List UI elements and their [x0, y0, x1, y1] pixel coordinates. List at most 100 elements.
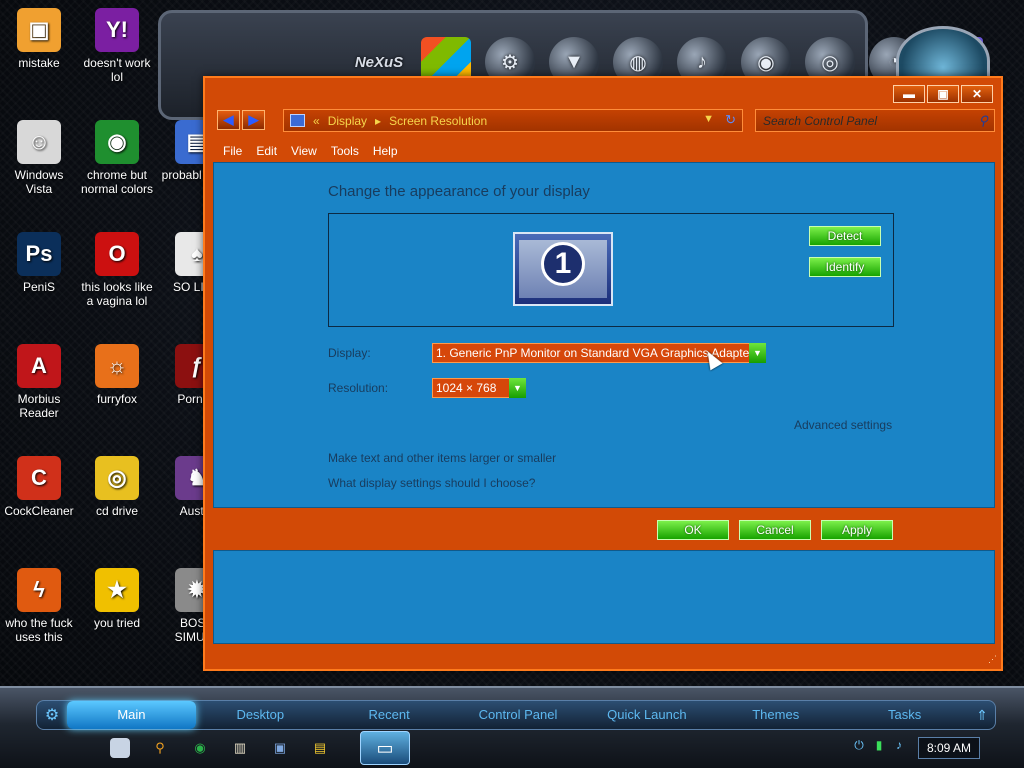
- display-help-link[interactable]: What display settings should I choose?: [328, 476, 535, 490]
- display-label: Display:: [328, 346, 371, 360]
- tab-main[interactable]: Main: [67, 701, 196, 729]
- menu-tools[interactable]: Tools: [331, 140, 359, 162]
- battery-icon[interactable]: ▮: [872, 738, 886, 752]
- tab-desktop[interactable]: Desktop: [196, 701, 325, 729]
- ok-button[interactable]: OK: [657, 520, 729, 540]
- address-field[interactable]: « Display ▸ Screen Resolution ▼ ↻: [283, 109, 743, 132]
- minimize-button[interactable]: ▬: [893, 85, 925, 103]
- desktop-icon[interactable]: ϟ who the fuck uses this: [0, 568, 78, 644]
- menu-bar: File Edit View Tools Help: [213, 140, 398, 162]
- desktop-icon-label: PeniS: [22, 280, 56, 294]
- desktop-icon[interactable]: C CockCleaner: [0, 456, 78, 518]
- star-icon: ★: [95, 568, 139, 612]
- refresh-icon[interactable]: ↻: [725, 112, 736, 128]
- desktop-icon[interactable]: ☺ Windows Vista: [0, 120, 78, 196]
- desktop-icon-label: who the fuck uses this: [5, 616, 73, 644]
- window-controls: ▬ ▣ ✕: [893, 85, 993, 103]
- desktop-icon[interactable]: ◎ cd drive: [78, 456, 156, 518]
- volume-icon[interactable]: ♪: [892, 738, 906, 752]
- yahoo-messenger-icon: Y!: [95, 8, 139, 52]
- resolution-select[interactable]: 1024 × 768 ▼: [432, 378, 526, 398]
- content-pane: Change the appearance of your display 1 …: [213, 162, 995, 508]
- detect-button[interactable]: Detect: [809, 226, 881, 246]
- active-task-display-icon[interactable]: ▭: [360, 731, 410, 765]
- menu-file[interactable]: File: [223, 140, 242, 162]
- forward-button[interactable]: ▶: [242, 110, 265, 130]
- ccleaner-icon: C: [17, 456, 61, 500]
- address-bar: ◀ ▶ « Display ▸ Screen Resolution ▼ ↻ Se…: [213, 108, 995, 134]
- desktop-icon[interactable]: ▣ mistake: [0, 8, 78, 70]
- desktop-icon-label: mistake: [18, 56, 60, 70]
- desktop-icon-label: chrome but normal colors: [80, 168, 154, 196]
- cancel-button[interactable]: Cancel: [739, 520, 811, 540]
- show-desktop-icon[interactable]: [110, 738, 130, 758]
- breadcrumb-arrow-icon: ▸: [375, 113, 382, 128]
- mascot-icon: ☺: [17, 120, 61, 164]
- nav-buttons: ◀ ▶: [217, 110, 265, 130]
- system-tray: ⏻ ▮ ♪: [852, 738, 906, 753]
- desktop-icon-label: Morbius Reader: [17, 392, 61, 420]
- search-input[interactable]: Search Control Panel ⚲: [755, 109, 995, 132]
- tab-recent[interactable]: Recent: [325, 701, 454, 729]
- search-placeholder: Search Control Panel: [763, 113, 878, 128]
- desktop-icon[interactable]: ★ you tried: [78, 568, 156, 630]
- tab-tasks[interactable]: Tasks: [840, 701, 969, 729]
- advanced-settings-link[interactable]: Advanced settings: [794, 418, 892, 432]
- window-titlebar[interactable]: ▬ ▣ ✕: [205, 78, 1001, 106]
- pin-icon[interactable]: ⇑: [969, 707, 995, 724]
- acrobat-icon: A: [17, 344, 61, 388]
- firefox-icon: ☼: [95, 344, 139, 388]
- chrome-icon[interactable]: ◉: [190, 738, 210, 758]
- installer-icon: ▣: [17, 8, 61, 52]
- desktop-icon[interactable]: A Morbius Reader: [0, 344, 78, 420]
- power-icon[interactable]: ⏻: [852, 738, 866, 752]
- address-dropdown-icon[interactable]: ▼: [703, 113, 714, 125]
- menu-edit[interactable]: Edit: [256, 140, 277, 162]
- desktop-icon[interactable]: ◉ chrome but normal colors: [78, 120, 156, 196]
- desktop-icon[interactable]: Ps PeniS: [0, 232, 78, 294]
- tab-themes[interactable]: Themes: [711, 701, 840, 729]
- lower-pane: [213, 550, 995, 644]
- settings-gear-icon[interactable]: ⚙: [37, 705, 67, 725]
- opera-icon: O: [95, 232, 139, 276]
- text-size-link[interactable]: Make text and other items larger or smal…: [328, 451, 556, 465]
- resize-grip-icon[interactable]: ⋰: [988, 654, 997, 665]
- cd-icon: ◎: [95, 456, 139, 500]
- photoshop-icon: Ps: [17, 232, 61, 276]
- maximize-button[interactable]: ▣: [927, 85, 959, 103]
- breadcrumb-display[interactable]: Display: [328, 114, 367, 128]
- tab-quick-launch[interactable]: Quick Launch: [582, 701, 711, 729]
- desktop-icon-label: cd drive: [95, 504, 139, 518]
- search-icon[interactable]: ⚲: [978, 113, 988, 129]
- close-button[interactable]: ✕: [961, 85, 993, 103]
- taskbar-tabs: ⚙ Main Desktop Recent Control Panel Quic…: [36, 700, 996, 730]
- screen-resolution-window: ▬ ▣ ✕ ◀ ▶ « Display ▸ Screen Resolution …: [203, 76, 1003, 671]
- identify-button[interactable]: Identify: [809, 257, 881, 277]
- chrome-icon: ◉: [95, 120, 139, 164]
- apply-button[interactable]: Apply: [821, 520, 893, 540]
- desktop-icon-label: Windows Vista: [14, 168, 64, 196]
- control-panel-icon[interactable]: ▣: [270, 738, 290, 758]
- back-button[interactable]: ◀: [217, 110, 240, 130]
- breadcrumb-screen-resolution[interactable]: Screen Resolution: [389, 114, 487, 128]
- desktop-icon-label: doesn't work lol: [83, 56, 151, 84]
- control-panel-icon: [290, 114, 305, 127]
- flash-bolt-icon: ϟ: [17, 568, 61, 612]
- folder-icon[interactable]: ▤: [310, 738, 330, 758]
- clock[interactable]: 8:09 AM: [918, 737, 980, 759]
- menu-help[interactable]: Help: [373, 140, 398, 162]
- page-title: Change the appearance of your display: [328, 183, 590, 200]
- chevron-down-icon[interactable]: ▼: [509, 378, 526, 398]
- monitor-number-badge: 1: [541, 242, 585, 286]
- monitor-thumbnail[interactable]: 1: [513, 232, 613, 306]
- desktop-icon[interactable]: ☼ furryfox: [78, 344, 156, 406]
- breadcrumb-separator: «: [313, 113, 320, 128]
- tab-control-panel[interactable]: Control Panel: [454, 701, 583, 729]
- desktop-icon[interactable]: Othis looks like a vagina lol: [78, 232, 156, 308]
- menu-view[interactable]: View: [291, 140, 317, 162]
- desktop-icon[interactable]: Y! doesn't work lol: [78, 8, 156, 84]
- resolution-select-value: 1024 × 768: [436, 381, 497, 395]
- search-icon[interactable]: ⚲: [150, 738, 170, 758]
- chevron-down-icon[interactable]: ▼: [749, 343, 766, 363]
- book-icon[interactable]: ▥: [230, 738, 250, 758]
